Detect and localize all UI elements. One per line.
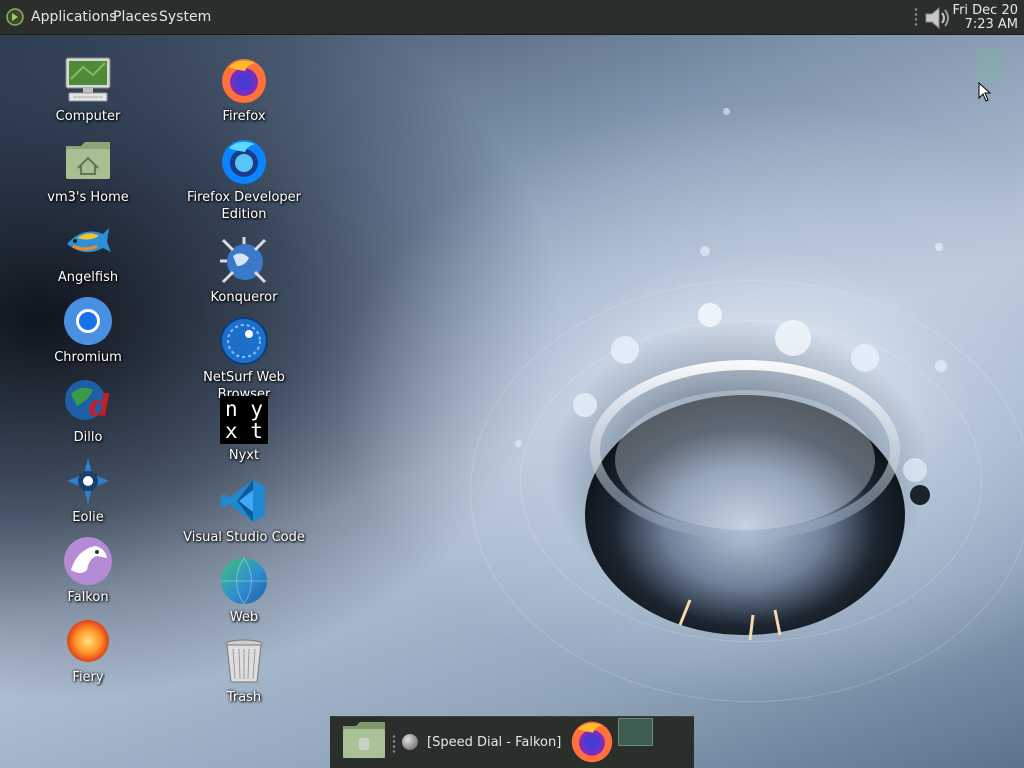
- desktop-icon-label: Falkon: [67, 590, 109, 605]
- nyxt-glyph-line: n y: [225, 397, 263, 421]
- nyxt-icon: n y x t: [220, 396, 268, 444]
- desktop-icon-label: Chromium: [54, 350, 122, 365]
- firefox-launcher-icon[interactable]: [569, 717, 615, 765]
- dillo-icon: d: [63, 376, 113, 426]
- taskbar-window-button[interactable]: [Speed Dial - Falkon]: [427, 735, 561, 750]
- speaker-volume-icon[interactable]: [922, 4, 952, 32]
- desktop-icon-eolie[interactable]: Eolie: [23, 456, 153, 526]
- panel-drag-handle[interactable]: [392, 734, 396, 754]
- desktop-icon-label: vm3's Home: [47, 190, 129, 205]
- desktop-icon-home[interactable]: vm3's Home: [23, 136, 153, 206]
- home-folder-icon: [63, 136, 113, 186]
- desktop-icon-nyxt[interactable]: n y x t Nyxt: [179, 396, 309, 464]
- netsurf-icon: [219, 316, 269, 366]
- panel-drag-handle[interactable]: [914, 7, 918, 27]
- desktop-icon-label: Konqueror: [210, 290, 278, 305]
- water-droplet: [700, 246, 710, 256]
- desktop-icon-label: Visual Studio Code: [183, 530, 305, 545]
- gnome-foot-icon[interactable]: [6, 8, 24, 26]
- water-droplet: [723, 108, 730, 115]
- desktop-icon-label: Firefox: [222, 109, 266, 124]
- water-crown-splash: [573, 303, 930, 640]
- globe-icon: [402, 734, 418, 750]
- gnome-web-icon: [219, 556, 269, 606]
- desktop-icon-fiery[interactable]: Fiery: [23, 616, 153, 686]
- desktop-icon-firefox-developer[interactable]: Firefox Developer Edition: [179, 136, 309, 223]
- desktop-icon-trash[interactable]: Trash: [179, 636, 309, 706]
- vscode-icon: [219, 476, 269, 526]
- water-droplet: [935, 360, 947, 372]
- mouse-cursor-icon: [978, 82, 992, 102]
- desktop-icon-falkon[interactable]: Falkon: [23, 536, 153, 606]
- clock-time: 7:23 AM: [964, 17, 1018, 32]
- nyxt-glyph-line: x t: [225, 419, 263, 443]
- desktop-icon-dillo[interactable]: d Dillo: [23, 376, 153, 446]
- fiery-icon: [63, 616, 113, 666]
- desktop-icon-vscode[interactable]: Visual Studio Code: [179, 476, 309, 546]
- desktop-icon-konqueror[interactable]: Konqueror: [179, 236, 309, 306]
- svg-text:d: d: [89, 389, 110, 424]
- desktop-icon-label: Dillo: [73, 430, 103, 445]
- desktop-icon-label: Trash: [226, 690, 262, 705]
- chromium-icon: [63, 296, 113, 346]
- water-droplet: [515, 440, 522, 447]
- desktop-icon-chromium[interactable]: Chromium: [23, 296, 153, 366]
- desktop-icon-label: Fiery: [72, 670, 104, 685]
- desktop-icon-web[interactable]: Web: [179, 556, 309, 626]
- menu-places[interactable]: Places: [113, 9, 158, 25]
- desktop-icon-firefox[interactable]: Firefox: [179, 55, 309, 125]
- desktop-icon-angelfish[interactable]: Angelfish: [23, 216, 153, 286]
- konqueror-icon: [219, 236, 269, 286]
- eolie-icon: [63, 456, 113, 506]
- desktop-icon-label: Nyxt: [228, 448, 260, 463]
- menu-applications[interactable]: Applications: [31, 9, 117, 25]
- desktop-icon-label: Web: [229, 610, 259, 625]
- falkon-icon: [63, 536, 113, 586]
- desktop-background: Applications Places System Fri Dec 20 7:…: [0, 0, 1024, 768]
- firefox-developer-icon: [219, 136, 269, 186]
- desktop-icon-netsurf[interactable]: NetSurf Web Browser: [179, 316, 309, 403]
- water-droplet: [935, 243, 943, 251]
- clock-date: Fri Dec 20: [952, 3, 1018, 18]
- desklet-placeholder: [976, 48, 1002, 82]
- desktop-icon-computer[interactable]: Computer: [23, 55, 153, 125]
- workspace-pager[interactable]: [618, 718, 653, 746]
- angelfish-browser-icon: [63, 216, 113, 266]
- trash-icon: [219, 636, 269, 686]
- top-panel: Applications Places System Fri Dec 20 7:…: [0, 0, 1024, 35]
- desktop-icon-label: Computer: [55, 109, 121, 124]
- desktop-icon-label: Firefox Developer Edition: [186, 190, 302, 222]
- clock[interactable]: Fri Dec 20 7:23 AM: [953, 4, 1018, 32]
- desktop-icon-label: Angelfish: [57, 270, 119, 285]
- menu-system[interactable]: System: [159, 9, 211, 25]
- computer-monitor-icon: [63, 55, 113, 105]
- show-desktop-folder-icon[interactable]: [342, 720, 386, 760]
- firefox-icon: [219, 55, 269, 105]
- desktop-icon-label: Eolie: [72, 510, 104, 525]
